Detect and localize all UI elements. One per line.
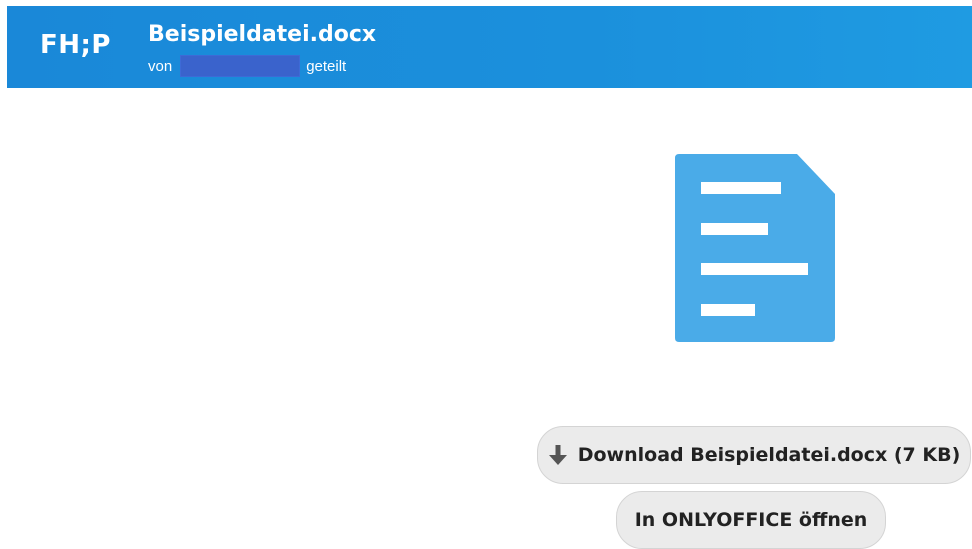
- shared-prefix: von: [148, 57, 173, 75]
- document-icon: [675, 154, 835, 342]
- document-line-4: [701, 304, 755, 316]
- redacted-username: [180, 55, 301, 77]
- file-title: Beispieldatei.docx: [148, 22, 377, 47]
- arrow-down-icon: [548, 445, 567, 465]
- download-button[interactable]: Download Beispieldatei.docx (7 KB): [537, 426, 971, 484]
- fhp-logo[interactable]: FH;P: [40, 30, 111, 60]
- document-line-2: [701, 223, 768, 235]
- download-label: Download Beispieldatei.docx (7 KB): [577, 444, 961, 466]
- open-in-onlyoffice-label: In ONLYOFFICE öffnen: [634, 509, 868, 531]
- shared-by-line: von geteilt: [148, 55, 346, 77]
- app-header: FH;P Beispieldatei.docx von geteilt: [7, 6, 972, 88]
- document-line-1: [701, 182, 781, 194]
- open-in-onlyoffice-button[interactable]: In ONLYOFFICE öffnen: [616, 491, 886, 549]
- shared-suffix: geteilt: [306, 57, 347, 75]
- document-line-3: [701, 263, 808, 275]
